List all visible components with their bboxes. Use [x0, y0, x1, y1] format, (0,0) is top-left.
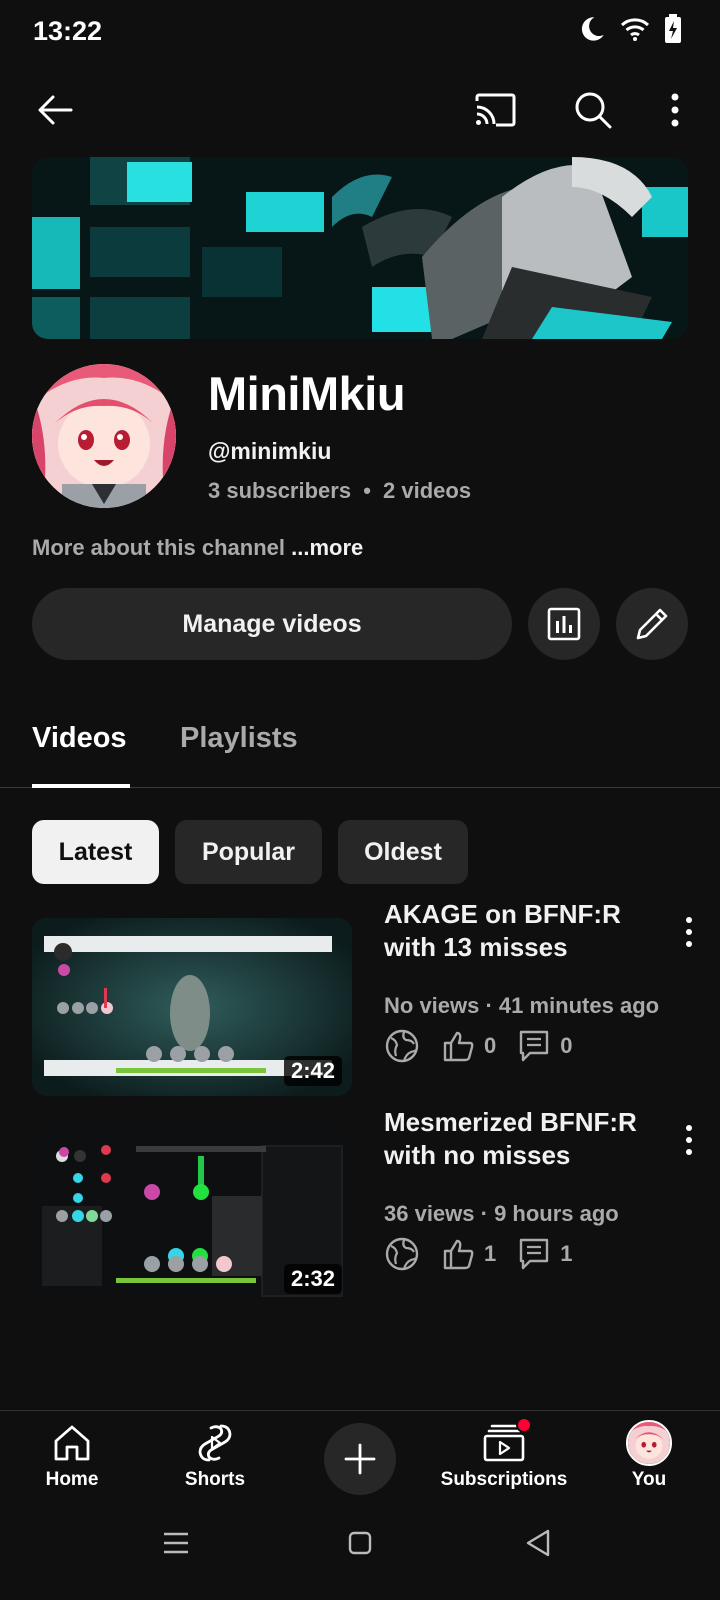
globe-icon: [385, 1029, 419, 1063]
video-meta: 36 views · 9 hours ago: [384, 1201, 619, 1226]
battery-charging-icon: [664, 14, 682, 49]
analytics-chart-icon: [547, 607, 581, 641]
home-icon: [54, 1425, 90, 1461]
comment-count: 1: [560, 1241, 573, 1266]
about-channel-link[interactable]: More about this channel ...more: [32, 535, 363, 561]
nav-shorts[interactable]: Shorts: [140, 1423, 290, 1491]
video-duration: 2:32: [283, 1264, 342, 1294]
tab-playlists[interactable]: Playlists: [180, 722, 298, 755]
create-button[interactable]: [324, 1423, 396, 1495]
chip-latest[interactable]: Latest: [32, 820, 159, 884]
more-link[interactable]: ...more: [291, 535, 363, 560]
manage-videos-button[interactable]: Manage videos: [32, 588, 512, 660]
plus-icon: [344, 1443, 376, 1475]
back-system-button[interactable]: [525, 1529, 551, 1562]
edit-channel-button[interactable]: [616, 588, 688, 660]
video-menu-button[interactable]: [677, 914, 701, 950]
back-button[interactable]: [30, 85, 80, 135]
cast-icon: [475, 93, 516, 127]
thumbs-up-icon: [443, 1031, 474, 1062]
analytics-button[interactable]: [528, 588, 600, 660]
video-menu-button[interactable]: [677, 1122, 701, 1158]
video-thumbnail[interactable]: 2:32: [32, 1126, 352, 1304]
tab-videos[interactable]: Videos: [32, 722, 127, 755]
notification-dot: [516, 1417, 532, 1433]
nav-home-label: Home: [45, 1469, 99, 1490]
video-title-line-2: with no misses: [384, 1140, 571, 1170]
status-time: 13:22: [33, 16, 103, 46]
visibility-public: [384, 1028, 420, 1064]
nav-home[interactable]: Home: [0, 1423, 147, 1491]
video-title-line-1: Mesmerized BFNF:R: [384, 1107, 637, 1137]
channel-stats: 3 subscribers • 2 videos: [208, 478, 471, 504]
system-navigation-bar: [0, 1505, 720, 1600]
like-count: 0: [484, 1033, 497, 1058]
video-count: 2 videos: [383, 478, 472, 503]
channel-name: MiniMkiu: [208, 367, 406, 420]
pencil-icon: [636, 608, 668, 640]
about-text: More about this channel: [32, 535, 286, 560]
video-duration: 2:42: [283, 1056, 342, 1086]
channel-banner: [32, 157, 688, 339]
comment-count: 0: [560, 1033, 573, 1058]
video-title-line-2: with 13 misses: [384, 932, 568, 962]
subscriptions-icon-wrap: [482, 1417, 532, 1463]
stats-separator: •: [363, 478, 371, 503]
search-button[interactable]: [568, 85, 618, 135]
nav-shorts-label: Shorts: [184, 1469, 246, 1490]
status-icons: [578, 14, 682, 49]
channel-handle: @minimkiu: [208, 438, 332, 464]
globe-icon: [385, 1237, 419, 1271]
search-icon: [575, 92, 612, 129]
likes-stat: 1: [442, 1237, 496, 1271]
comments-stat: 1: [518, 1237, 573, 1271]
square-icon: [348, 1531, 372, 1555]
chip-popular[interactable]: Popular: [175, 820, 322, 884]
comments-stat: 0: [518, 1029, 573, 1063]
menu-lines-icon: [164, 1532, 188, 1554]
do-not-disturb-moon-icon: [578, 15, 606, 48]
more-vertical-icon: [686, 1125, 692, 1155]
video-stats: 1 1: [384, 1236, 573, 1272]
cast-button[interactable]: [470, 85, 520, 135]
recent-apps-button[interactable]: [163, 1531, 189, 1560]
more-options-button[interactable]: [660, 85, 690, 135]
nav-you-label: You: [631, 1469, 667, 1490]
subscriber-count: 3 subscribers: [208, 478, 352, 503]
nav-you[interactable]: You: [574, 1420, 720, 1491]
home-system-button[interactable]: [348, 1531, 372, 1560]
more-vertical-icon: [686, 917, 692, 947]
likes-stat: 0: [442, 1029, 496, 1063]
nav-subscriptions[interactable]: Subscriptions: [429, 1417, 579, 1491]
shorts-icon: [198, 1424, 232, 1462]
you-avatar: [626, 1420, 672, 1466]
visibility-public: [384, 1236, 420, 1272]
nav-subscriptions-label: Subscriptions: [440, 1469, 568, 1490]
like-count: 1: [484, 1241, 497, 1266]
thumbs-up-icon: [443, 1239, 474, 1270]
arrow-left-icon: [38, 95, 73, 125]
video-stats: 0 0: [384, 1028, 573, 1064]
video-title[interactable]: AKAGE on BFNF:R with 13 misses: [384, 898, 664, 964]
selected-tab-indicator: [32, 784, 130, 788]
comment-icon: [520, 1238, 549, 1270]
comment-icon: [520, 1030, 549, 1062]
video-title[interactable]: Mesmerized BFNF:R with no misses: [384, 1106, 664, 1172]
more-vertical-icon: [671, 93, 679, 127]
wifi-icon: [620, 16, 650, 47]
video-meta: No views · 41 minutes ago: [384, 993, 660, 1018]
bottom-navigation: Home Shorts Subscriptions You: [0, 1410, 720, 1505]
video-title-line-1: AKAGE on BFNF:R: [384, 899, 621, 929]
triangle-back-icon: [526, 1529, 550, 1557]
channel-avatar[interactable]: [32, 364, 176, 508]
video-thumbnail[interactable]: 2:42: [32, 918, 352, 1096]
chip-oldest[interactable]: Oldest: [338, 820, 468, 884]
